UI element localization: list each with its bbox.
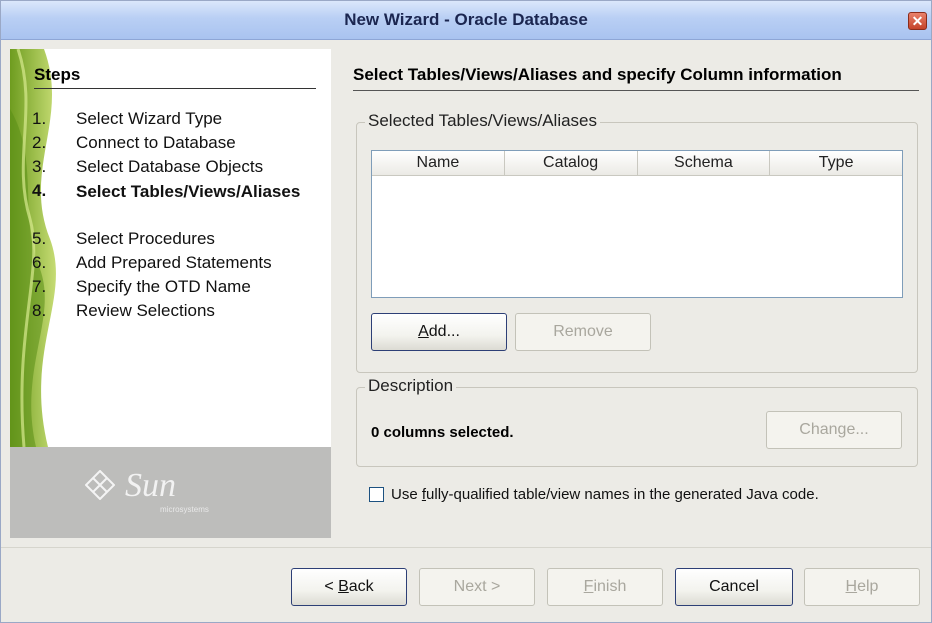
table-header: Name Catalog Schema Type — [372, 151, 902, 176]
step-label: Select Database Objects — [76, 157, 264, 176]
step-number: 1. — [32, 109, 47, 128]
window-title: New Wizard - Oracle Database — [344, 10, 588, 29]
back-button[interactable]: < Back — [291, 568, 407, 606]
sidebar-art: Steps 1. Select Wizard Type 2. Connect to … — [10, 49, 331, 447]
remove-button[interactable]: Remove — [515, 313, 651, 351]
page-title: Select Tables/Views/Aliases and specify … — [353, 65, 919, 91]
back-post: ack — [348, 578, 374, 595]
back-pre: < — [324, 578, 339, 595]
column-header-catalog[interactable]: Catalog — [504, 151, 638, 175]
next-button[interactable]: Next > — [419, 568, 535, 606]
back-mnemonic: B — [338, 578, 349, 595]
step-item: 1. Select Wizard Type — [32, 109, 322, 133]
selected-tables-group: Selected Tables/Views/Aliases Name Catal… — [356, 111, 918, 373]
step-label: Select Tables/Views/Aliases — [76, 182, 301, 201]
steps-list: 1. Select Wizard Type 2. Connect to Databa… — [32, 109, 322, 325]
footer-divider — [1, 547, 931, 548]
finish-post: inish — [593, 578, 627, 595]
help-post: elp — [857, 578, 879, 595]
step-number: 7. — [32, 277, 47, 296]
step-item-active: 4. Select Tables/Views/Aliases — [32, 181, 322, 229]
step-number: 6. — [32, 253, 47, 272]
qualified-names-checkbox[interactable] — [369, 487, 384, 502]
cancel-button[interactable]: Cancel — [675, 568, 793, 606]
sun-subtitle: microsystems — [160, 505, 209, 514]
step-label: Add Prepared Statements — [76, 253, 272, 272]
step-number: 8. — [32, 301, 47, 320]
step-label: Connect to Database — [76, 133, 236, 152]
checkbox-label-pre: Use — [391, 486, 422, 503]
checkbox-label-post: ully-qualified table/view names in the g… — [426, 486, 819, 503]
step-item: 7. Specify the OTD Name — [32, 277, 322, 301]
step-number: 5. — [32, 229, 47, 248]
step-item: 5. Select Procedures — [32, 229, 322, 253]
selected-tables-table[interactable]: Name Catalog Schema Type — [371, 150, 903, 298]
title-bar[interactable]: New Wizard - Oracle Database ✕ — [1, 1, 931, 40]
close-button[interactable]: ✕ — [908, 12, 927, 30]
column-header-type[interactable]: Type — [770, 151, 902, 175]
qualified-names-label[interactable]: Use fully-qualified table/view names in … — [391, 486, 819, 503]
steps-title: Steps — [34, 65, 316, 89]
add-button-post: dd... — [428, 323, 460, 340]
description-group: Description 0 columns selected. Change..… — [356, 376, 918, 467]
step-item: 2. Connect to Database — [32, 133, 322, 157]
sun-logo-text: Sun — [125, 467, 176, 504]
column-header-schema[interactable]: Schema — [637, 151, 771, 175]
step-label: Select Wizard Type — [76, 109, 223, 128]
add-button[interactable]: Add... — [371, 313, 507, 351]
step-item: 8. Review Selections — [32, 301, 322, 325]
help-mnemonic: H — [845, 578, 858, 595]
wizard-window: New Wizard - Oracle Database ✕ Steps 1. S… — [0, 0, 932, 623]
finish-mnemonic: F — [583, 578, 594, 595]
step-label: Select Procedures — [76, 229, 215, 248]
step-item: 6. Add Prepared Statements — [32, 253, 322, 277]
sun-logo: Sun — [85, 467, 176, 505]
step-label: Review Selections — [76, 301, 215, 320]
step-label: Specify the OTD Name — [76, 277, 251, 296]
description-text: 0 columns selected. — [371, 424, 514, 441]
selected-tables-label: Selected Tables/Views/Aliases — [365, 111, 601, 131]
step-item: 3. Select Database Objects — [32, 157, 322, 181]
steps-panel: Steps 1. Select Wizard Type 2. Connect to … — [10, 49, 331, 538]
column-header-name[interactable]: Name — [372, 151, 505, 175]
change-button[interactable]: Change... — [766, 411, 902, 449]
description-label: Description — [365, 376, 457, 396]
close-icon: ✕ — [911, 13, 924, 29]
step-number: 2. — [32, 133, 47, 152]
step-number: 3. — [32, 157, 47, 176]
add-button-mnemonic: A — [418, 323, 429, 340]
help-button[interactable]: Help — [804, 568, 920, 606]
step-number: 4. — [32, 181, 47, 200]
branding-area: Sun microsystems — [10, 447, 331, 538]
finish-button[interactable]: Finish — [547, 568, 663, 606]
sun-diamond-icon — [85, 470, 115, 500]
